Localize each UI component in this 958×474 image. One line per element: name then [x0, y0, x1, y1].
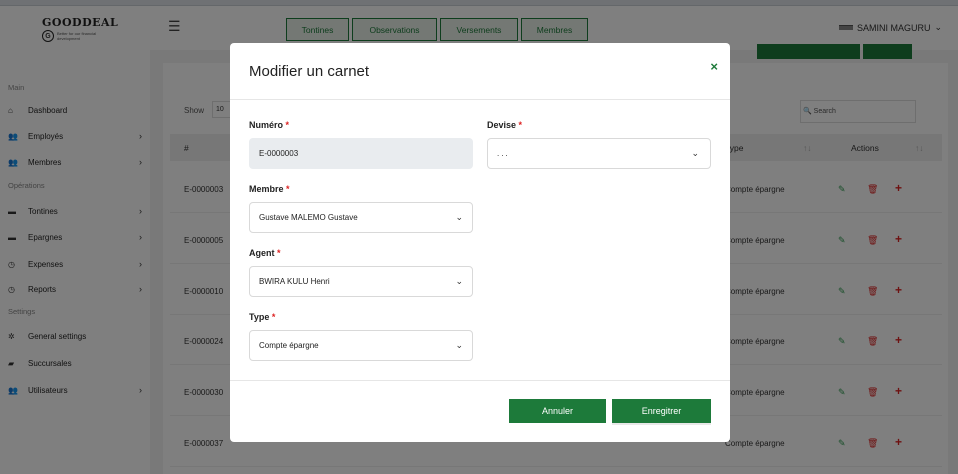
save-button[interactable]: Enregitrer [612, 399, 711, 425]
numero-value: E-0000003 [259, 149, 299, 158]
type-label-text: Type [249, 312, 270, 322]
type-select[interactable]: Compte épargne ⌄ [249, 330, 473, 361]
agent-label-text: Agent [249, 248, 275, 258]
membre-label-text: Membre [249, 184, 284, 194]
devise-label-text: Devise [487, 120, 517, 130]
edit-carnet-modal: Modifier un carnet × Numéro * E-0000003 … [230, 43, 730, 442]
numero-label-text: Numéro [249, 120, 284, 130]
required-mark: * [286, 184, 290, 194]
required-mark: * [285, 120, 290, 130]
required-mark: * [277, 248, 281, 258]
type-value: Compte épargne [259, 341, 319, 350]
chevron-down-icon: ⌄ [455, 212, 463, 222]
modal-divider [230, 99, 730, 100]
modal-footer-divider [230, 380, 730, 381]
membre-value: Gustave MALEMO Gustave [259, 213, 358, 222]
chevron-down-icon: ⌄ [455, 276, 463, 286]
type-label: Type * [249, 312, 275, 322]
devise-label: Devise * [487, 120, 522, 130]
devise-select[interactable]: ... ⌄ [487, 138, 711, 169]
devise-value: ... [497, 149, 510, 158]
membre-label: Membre * [249, 184, 290, 194]
required-mark: * [271, 312, 276, 322]
modal-title: Modifier un carnet [249, 63, 370, 80]
chevron-down-icon: ⌄ [691, 148, 701, 158]
membre-select[interactable]: Gustave MALEMO Gustave ⌄ [249, 202, 473, 233]
chevron-down-icon: ⌄ [455, 340, 463, 350]
agent-label: Agent * [249, 248, 281, 258]
agent-value: BWIRA KULU Henri [259, 277, 330, 286]
cancel-button[interactable]: Annuler [509, 399, 606, 423]
numero-field[interactable]: E-0000003 [249, 138, 473, 169]
agent-select[interactable]: BWIRA KULU Henri ⌄ [249, 266, 473, 297]
numero-label: Numéro * [249, 120, 289, 130]
close-icon[interactable]: × [710, 59, 718, 74]
required-mark: * [518, 120, 523, 130]
